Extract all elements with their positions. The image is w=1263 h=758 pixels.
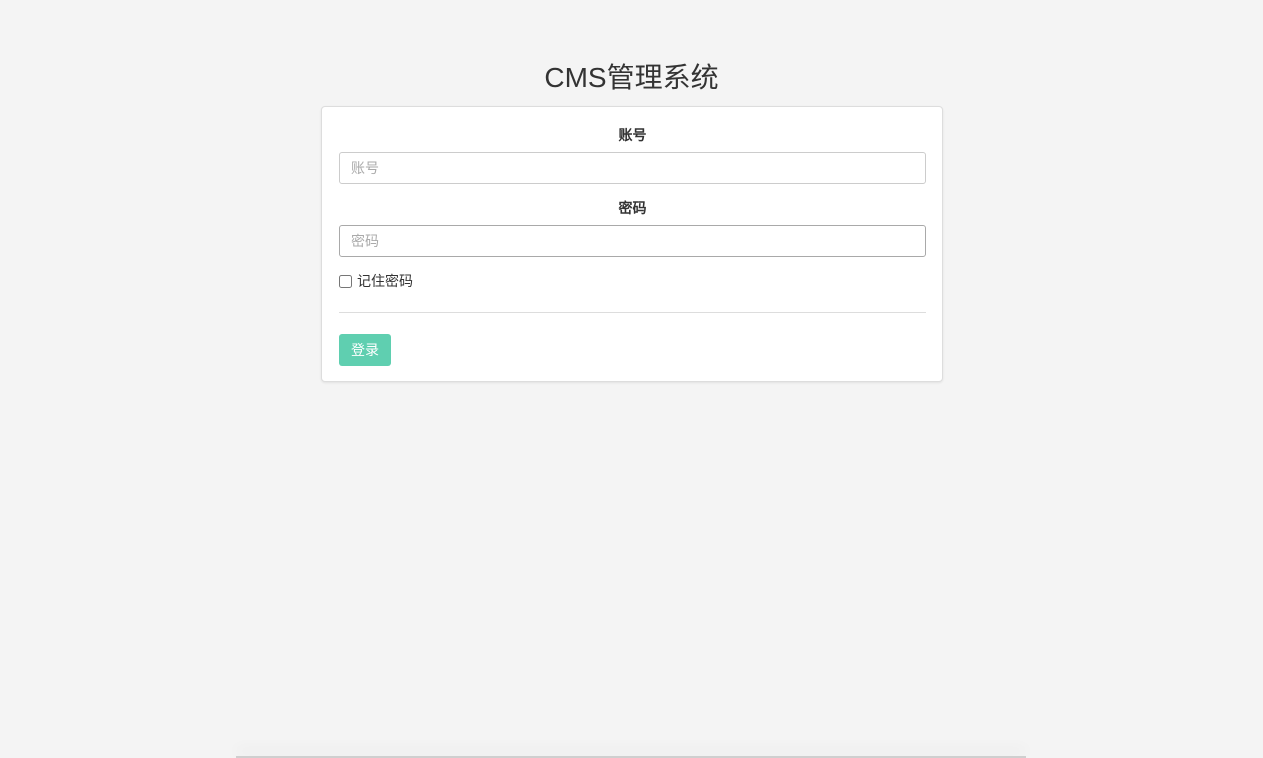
login-button[interactable]: 登录 (339, 334, 391, 366)
login-page: CMS管理系统 账号 密码 记住密码 登录 (0, 0, 1263, 758)
password-input[interactable] (339, 225, 926, 257)
page-title: CMS管理系统 (544, 62, 719, 93)
password-label: 密码 (618, 200, 647, 216)
form-divider (339, 312, 926, 313)
account-label: 账号 (618, 127, 647, 143)
account-input[interactable] (339, 152, 926, 184)
remember-password-label: 记住密码 (357, 273, 413, 289)
login-form: 账号 密码 记住密码 登录 (321, 106, 943, 382)
remember-password-checkbox[interactable] (339, 274, 352, 288)
remember-password[interactable]: 记住密码 (339, 271, 413, 291)
